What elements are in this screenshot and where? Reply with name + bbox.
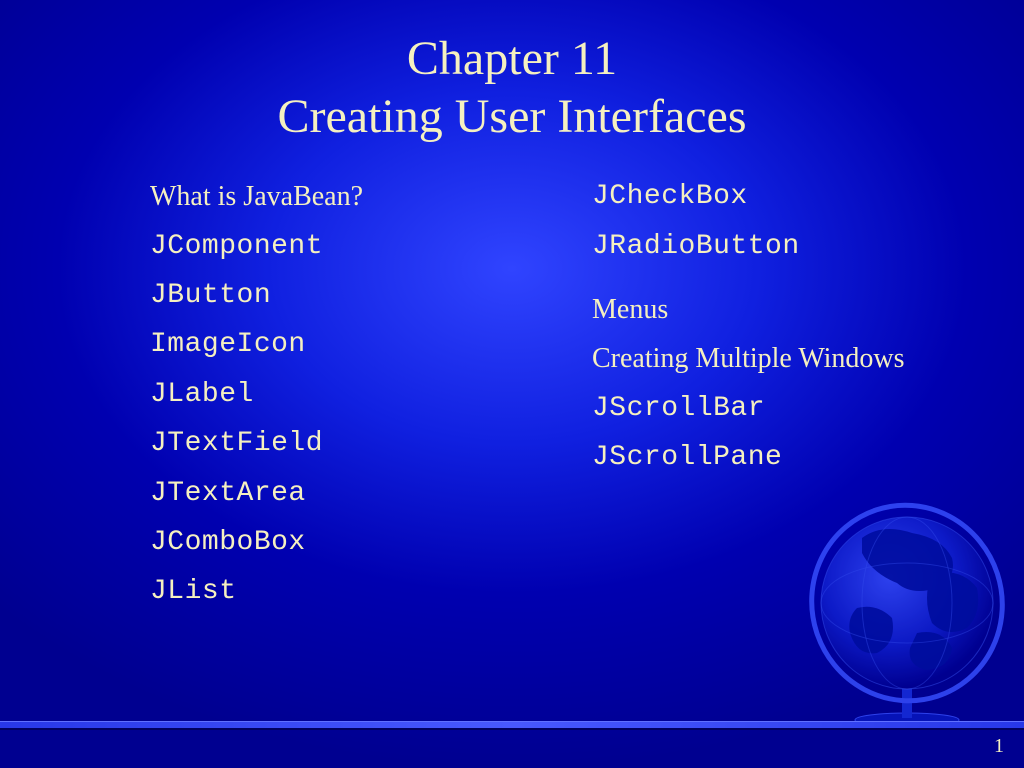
list-item: ImageIcon: [120, 323, 522, 366]
list-item: Creating Multiple Windows: [562, 337, 964, 380]
list-item: JRadioButton: [562, 225, 964, 268]
list-item: JScrollBar: [562, 387, 964, 430]
title-line-1: Chapter 11: [0, 30, 1024, 88]
list-item: JLabel: [120, 373, 522, 416]
list-item-text: JList: [150, 570, 237, 613]
list-item-text: JScrollPane: [592, 436, 782, 479]
list-item: JComboBox: [120, 521, 522, 564]
slide-title: Chapter 11 Creating User Interfaces: [0, 0, 1024, 145]
list-item: JButton: [120, 274, 522, 317]
list-item-text: JRadioButton: [592, 225, 800, 268]
list-item: JTextField: [120, 422, 522, 465]
footer-divider: [0, 722, 1024, 728]
right-list-b: Menus Creating Multiple Windows JScrollBar…: [562, 288, 964, 480]
list-item: JList: [120, 570, 522, 613]
list-item: What is JavaBean?: [120, 175, 522, 218]
list-item-text: Menus: [592, 288, 668, 331]
page-number: 1: [994, 735, 1004, 758]
list-item-text: Creating Multiple Windows: [592, 337, 905, 380]
right-list-a: JCheckBox JRadioButton: [562, 175, 964, 268]
list-item: JScrollPane: [562, 436, 964, 479]
list-item-text: ImageIcon: [150, 323, 306, 366]
list-item: JTextArea: [120, 472, 522, 515]
spacer: [562, 274, 964, 288]
left-list: What is JavaBean? JComponent JButton ImageI…: [120, 175, 522, 614]
list-item-text: JComponent: [150, 225, 323, 268]
list-item-text: JLabel: [150, 373, 254, 416]
left-column: What is JavaBean? JComponent JButton ImageI…: [120, 175, 522, 620]
globe-decoration: [802, 478, 1012, 728]
list-item: JComponent: [120, 225, 522, 268]
list-item: Menus: [562, 288, 964, 331]
list-item: JCheckBox: [562, 175, 964, 218]
list-item-text: JTextArea: [150, 472, 306, 515]
list-item-text: What is JavaBean?: [150, 175, 363, 218]
title-line-2: Creating User Interfaces: [0, 88, 1024, 146]
list-item-text: JComboBox: [150, 521, 306, 564]
list-item-text: JCheckBox: [592, 175, 748, 218]
list-item-text: JButton: [150, 274, 271, 317]
list-item-text: JScrollBar: [592, 387, 765, 430]
list-item-text: JTextField: [150, 422, 323, 465]
